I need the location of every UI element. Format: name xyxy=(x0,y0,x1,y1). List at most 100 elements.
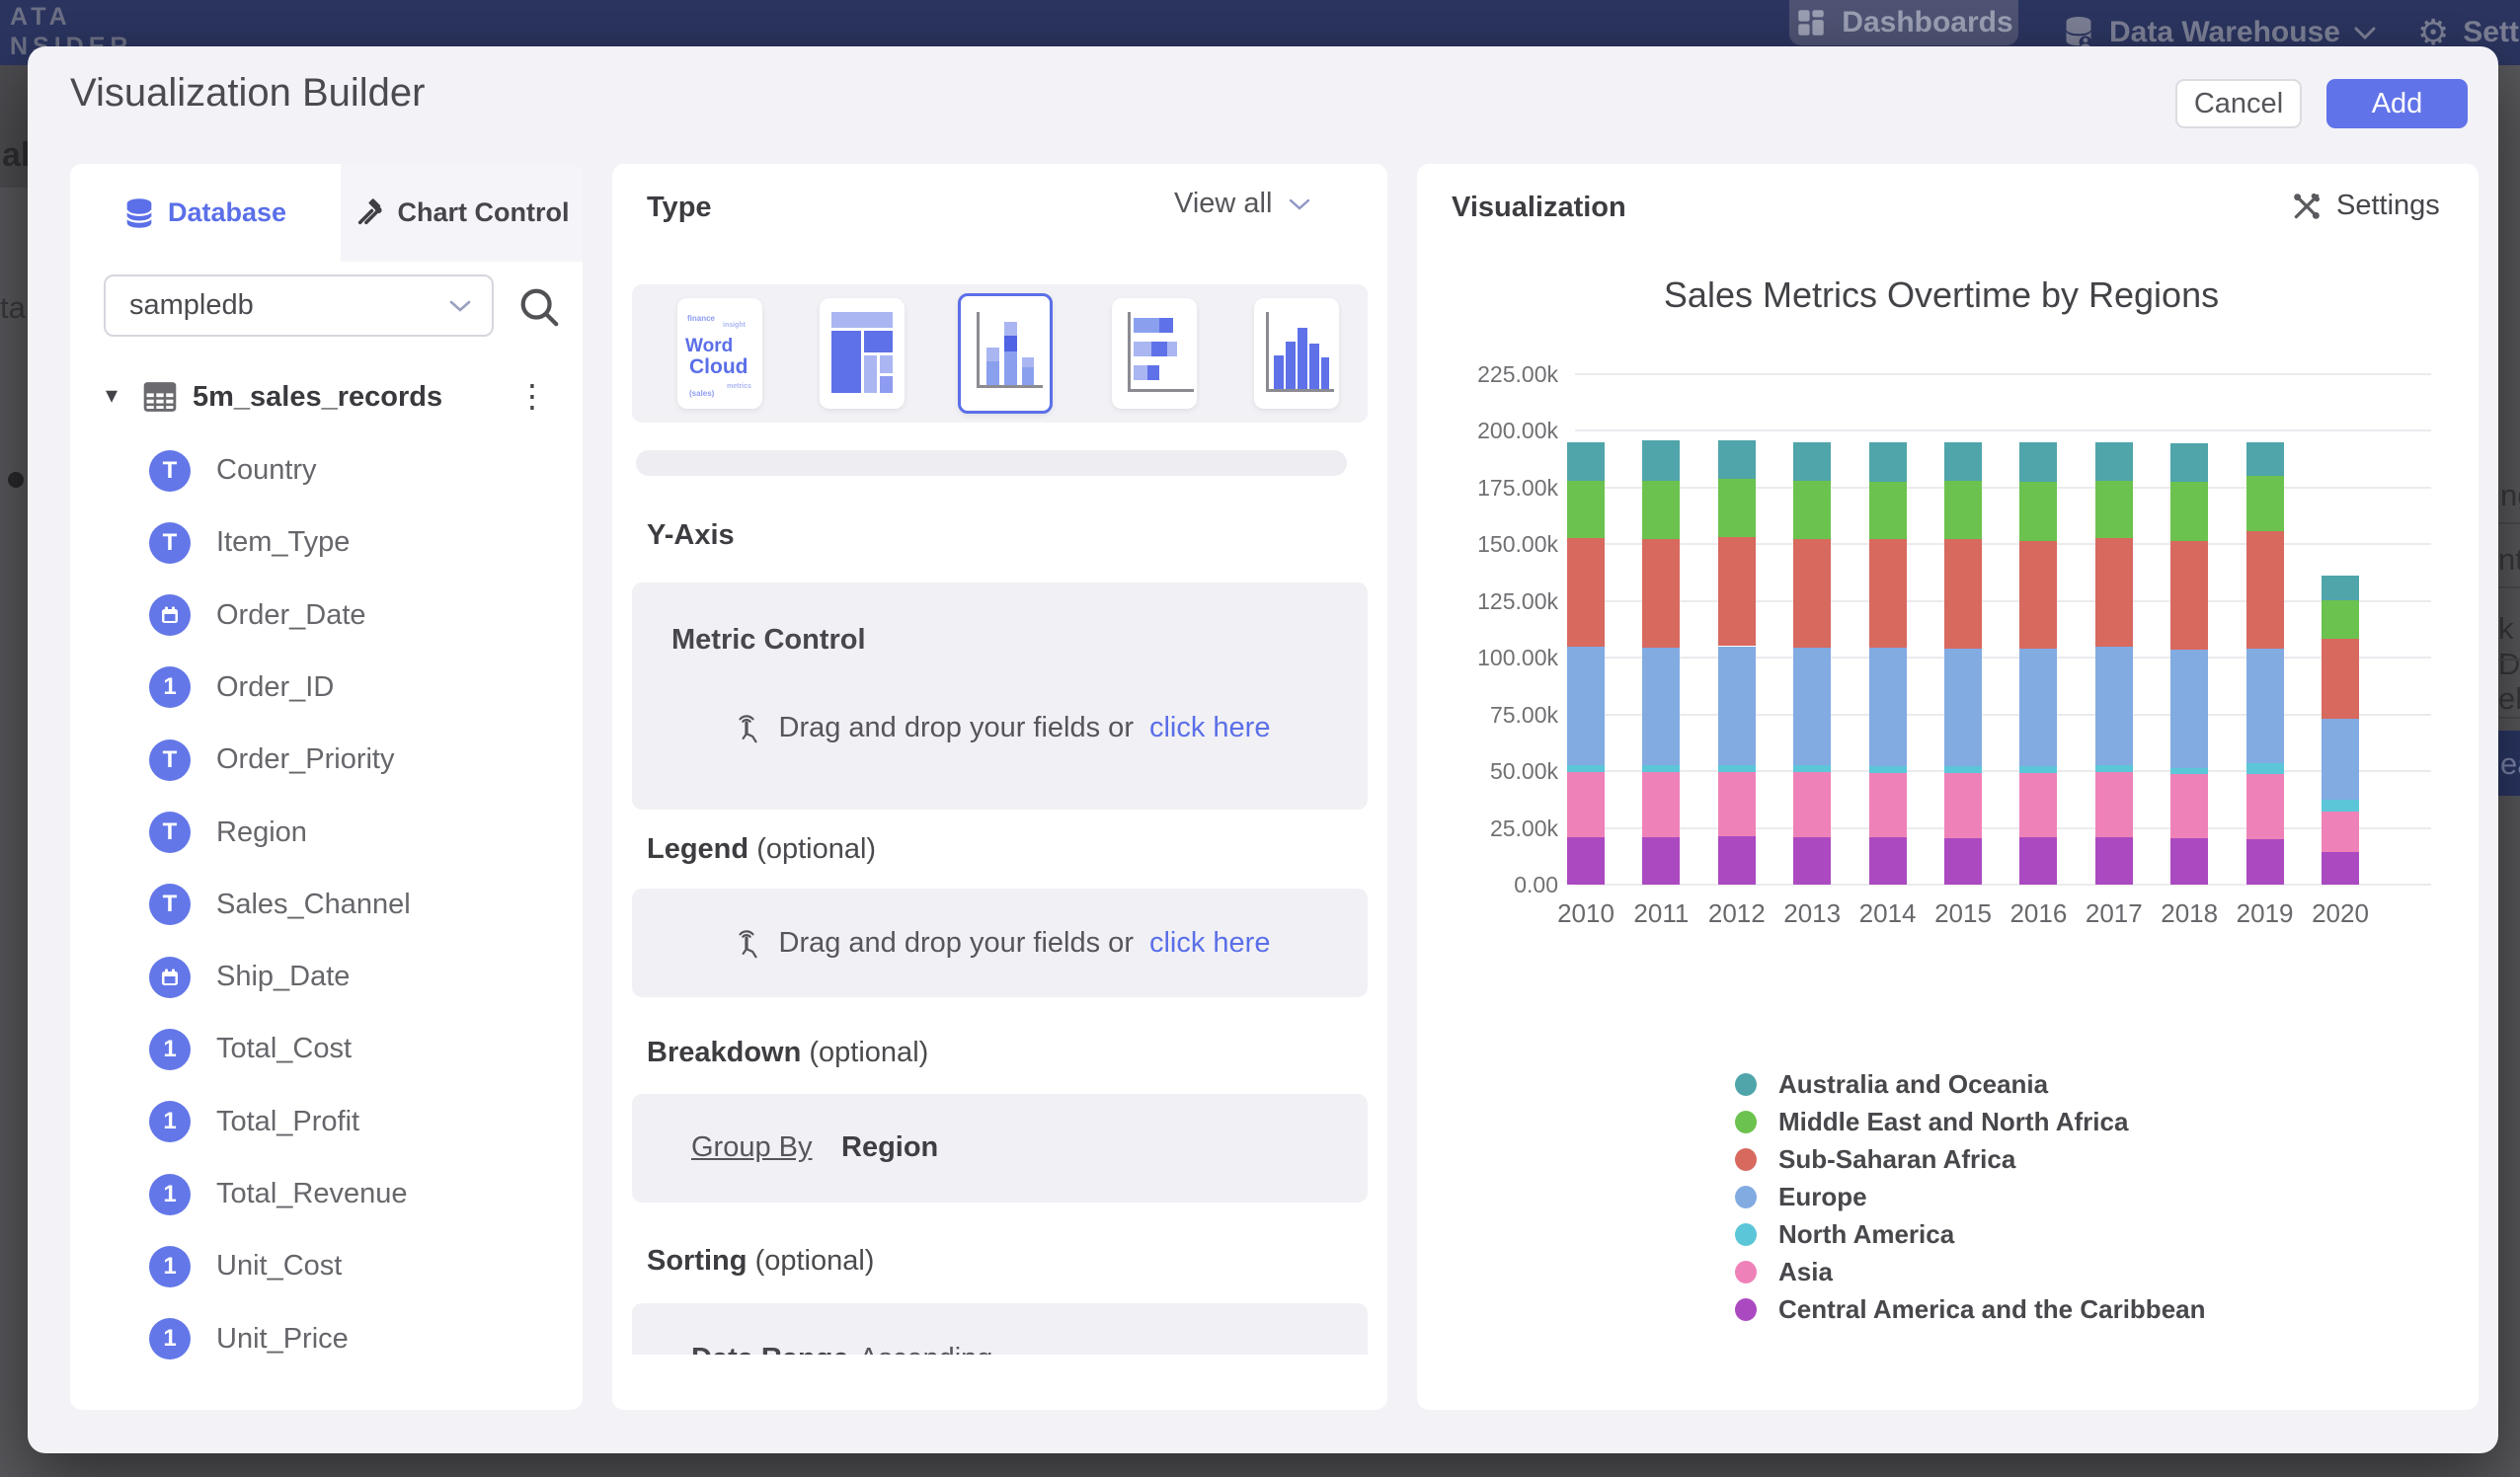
bar-segment[interactable] xyxy=(1944,838,1982,885)
group-by-button[interactable]: Group By xyxy=(691,1131,813,1164)
bar-segment[interactable] xyxy=(1869,539,1907,647)
bar-segment[interactable] xyxy=(2095,538,2133,646)
database-select[interactable]: sampledb xyxy=(104,274,494,337)
bar-segment[interactable] xyxy=(1567,481,1605,539)
legend-item[interactable]: Asia xyxy=(1735,1253,1833,1290)
click-here-link[interactable]: click here xyxy=(1149,927,1271,960)
legend-item[interactable]: Australia and Oceania xyxy=(1735,1065,2048,1103)
bar-segment[interactable] xyxy=(1642,539,1680,647)
bar-segment[interactable] xyxy=(2170,768,2208,775)
add-button[interactable]: Add xyxy=(2326,79,2468,128)
tab-chart-control[interactable]: Chart Control xyxy=(341,164,583,262)
bar-segment[interactable] xyxy=(2095,647,2133,766)
bar-segment[interactable] xyxy=(2019,442,2057,482)
bar-segment[interactable] xyxy=(2246,774,2284,839)
bar-segment[interactable] xyxy=(2170,443,2208,482)
bar-segment[interactable] xyxy=(1642,648,1680,766)
bar-segment[interactable] xyxy=(2246,442,2284,477)
bar-segment[interactable] xyxy=(1642,772,1680,837)
bar-segment[interactable] xyxy=(2095,442,2133,481)
chart-type-thumbnail-stacked-column[interactable] xyxy=(958,293,1053,414)
bar-segment[interactable] xyxy=(2019,837,2057,885)
bar-segment[interactable] xyxy=(2322,639,2359,719)
search-icon[interactable] xyxy=(516,284,562,330)
kebab-menu-icon[interactable]: ⋮ xyxy=(516,377,548,415)
bar-segment[interactable] xyxy=(1944,649,1982,767)
chart-type-thumbnail-stacked-bar[interactable] xyxy=(1112,298,1197,409)
bar-segment[interactable] xyxy=(2246,649,2284,763)
bar-segment[interactable] xyxy=(2322,852,2359,885)
bar-segment[interactable] xyxy=(1944,539,1982,648)
bar-segment[interactable] xyxy=(2095,481,2133,539)
bar-segment[interactable] xyxy=(1944,442,1982,481)
bar-segment[interactable] xyxy=(1718,772,1756,835)
legend-item[interactable]: North America xyxy=(1735,1215,1954,1253)
tab-database[interactable]: Database xyxy=(70,164,341,262)
bar-segment[interactable] xyxy=(2322,719,2359,800)
bar-segment[interactable] xyxy=(2322,600,2359,639)
bar-segment[interactable] xyxy=(2322,576,2359,600)
bar-segment[interactable] xyxy=(1718,836,1756,885)
bar-segment[interactable] xyxy=(1567,765,1605,772)
bar-segment[interactable] xyxy=(1869,442,1907,482)
bar-segment[interactable] xyxy=(1944,481,1982,540)
bar-segment[interactable] xyxy=(1642,765,1680,772)
bar-segment[interactable] xyxy=(1793,765,1831,772)
bar-segment[interactable] xyxy=(1567,837,1605,885)
bar-segment[interactable] xyxy=(1642,440,1680,480)
bar-segment[interactable] xyxy=(2246,839,2284,885)
bar-segment[interactable] xyxy=(2019,649,2057,767)
field-item[interactable]: Order_Date xyxy=(70,580,583,652)
bar-segment[interactable] xyxy=(1567,442,1605,481)
bar-segment[interactable] xyxy=(1793,539,1831,647)
bar-segment[interactable] xyxy=(1718,440,1756,479)
bar-segment[interactable] xyxy=(2246,531,2284,648)
field-item[interactable]: 1Total_Profit xyxy=(70,1086,583,1158)
field-item[interactable]: Ship_Date xyxy=(70,941,583,1013)
bar-segment[interactable] xyxy=(2019,773,2057,836)
bar-segment[interactable] xyxy=(2170,482,2208,541)
bar-segment[interactable] xyxy=(1642,837,1680,885)
bar-segment[interactable] xyxy=(1718,537,1756,646)
bar-segment[interactable] xyxy=(2170,838,2208,885)
legend-item[interactable]: Central America and the Caribbean xyxy=(1735,1290,2206,1328)
field-item[interactable]: 1Total_Revenue xyxy=(70,1158,583,1230)
bar-segment[interactable] xyxy=(1944,766,1982,773)
field-item[interactable]: 1Order_ID xyxy=(70,652,583,724)
field-item[interactable]: TRegion xyxy=(70,797,583,869)
bar-segment[interactable] xyxy=(1793,772,1831,837)
view-all-button[interactable]: View all xyxy=(1174,188,1368,220)
bar-segment[interactable] xyxy=(2095,837,2133,885)
bar-segment[interactable] xyxy=(1567,772,1605,837)
bar-segment[interactable] xyxy=(2322,800,2359,812)
bar-segment[interactable] xyxy=(2170,774,2208,837)
field-item[interactable]: TItem_Type xyxy=(70,506,583,579)
bar-segment[interactable] xyxy=(1869,648,1907,767)
bar-segment[interactable] xyxy=(2095,765,2133,772)
bar-segment[interactable] xyxy=(1567,647,1605,766)
bar-segment[interactable] xyxy=(1793,837,1831,885)
bar-segment[interactable] xyxy=(1869,837,1907,885)
field-item[interactable]: TCountry xyxy=(70,434,583,506)
field-item[interactable]: TOrder_Priority xyxy=(70,724,583,796)
legend-item[interactable]: Sub-Saharan Africa xyxy=(1735,1140,2015,1178)
bar-segment[interactable] xyxy=(1869,482,1907,540)
bar-segment[interactable] xyxy=(1793,442,1831,481)
bar-segment[interactable] xyxy=(1718,765,1756,772)
field-item[interactable]: 1Total_Cost xyxy=(70,1013,583,1085)
nav-dashboards[interactable]: Dashboards xyxy=(1789,0,2018,45)
table-tree-item[interactable]: ▾ 5m_sales_records ⋮ xyxy=(70,377,583,421)
bar-segment[interactable] xyxy=(1944,773,1982,838)
bar-segment[interactable] xyxy=(1869,773,1907,836)
bar-segment[interactable] xyxy=(2019,541,2057,649)
caret-down-icon[interactable]: ▾ xyxy=(106,381,118,409)
bar-segment[interactable] xyxy=(2246,476,2284,531)
bar-segment[interactable] xyxy=(1718,479,1756,537)
bar-segment[interactable] xyxy=(1718,647,1756,766)
bar-segment[interactable] xyxy=(1793,481,1831,540)
bar-segment[interactable] xyxy=(2095,772,2133,837)
bar-segment[interactable] xyxy=(2170,650,2208,768)
bar-segment[interactable] xyxy=(2170,541,2208,650)
legend-dropzone[interactable]: Drag and drop your fields or click here xyxy=(632,889,1368,997)
chart-type-thumbnail-column[interactable] xyxy=(1254,298,1339,409)
